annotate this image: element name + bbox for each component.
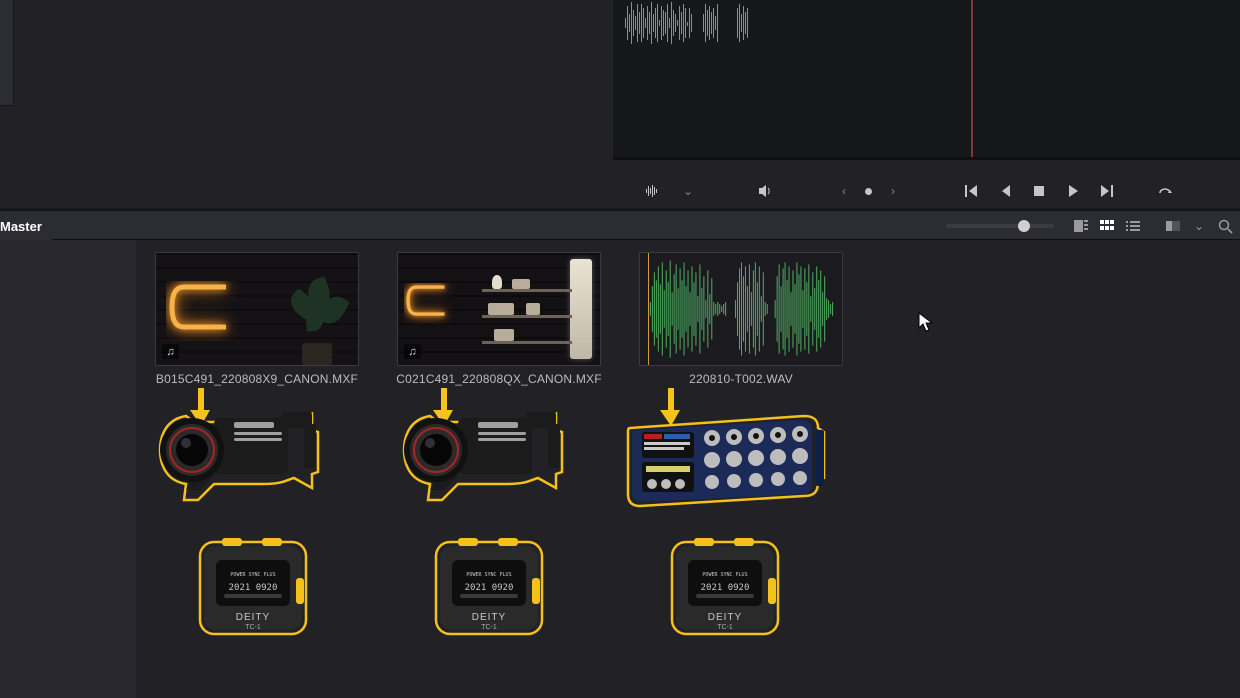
first-frame-button[interactable] xyxy=(954,180,988,202)
timecode-box-illustration: POWER SYNC PLUS 2021 0920 DEITY TC-1 xyxy=(196,536,310,638)
stop-button[interactable] xyxy=(1022,180,1056,202)
next-marker-icon[interactable]: › xyxy=(876,180,910,202)
prev-marker-icon[interactable]: ‹ xyxy=(827,180,861,202)
search-button[interactable] xyxy=(1214,215,1236,237)
svg-text:POWER SYNC PLUS: POWER SYNC PLUS xyxy=(466,572,511,578)
viewer-area: ⌄ ‹ › xyxy=(0,0,1240,210)
camera-illustration xyxy=(154,392,322,512)
sort-button[interactable] xyxy=(1162,215,1184,237)
slider-thumb[interactable] xyxy=(1018,220,1030,232)
clip-row: ♫ B015C491_220808X9_CANON.MXF ♫ C021C491… xyxy=(155,252,843,386)
camera-illustration xyxy=(398,392,566,512)
loop-button[interactable] xyxy=(1148,180,1182,202)
recorder-illustration xyxy=(622,412,832,510)
clip-filename: C021C491_220808QX_CANON.MXF xyxy=(396,372,602,386)
bin-sidebar[interactable] xyxy=(0,240,136,698)
audio-badge-icon: ♫ xyxy=(404,344,421,359)
svg-text:POWER SYNC PLUS: POWER SYNC PLUS xyxy=(230,572,275,578)
panel-edge xyxy=(0,0,14,106)
thumbnail-size-slider[interactable] xyxy=(946,224,1054,228)
media-clip[interactable]: ♫ B015C491_220808X9_CANON.MXF xyxy=(155,252,359,386)
timecode-box-illustration: POWER SYNC PLUS 2021 0920 DEITY TC-1 xyxy=(668,536,782,638)
list-view-button[interactable] xyxy=(1122,215,1144,237)
clip-thumbnail[interactable]: ♫ xyxy=(397,252,601,366)
thumbnail-view-button[interactable] xyxy=(1096,215,1118,237)
tc-brand: DEITY xyxy=(472,612,506,623)
audio-badge-icon: ♫ xyxy=(162,344,179,359)
tc-display: 2021 0920 xyxy=(465,583,514,593)
step-back-button[interactable] xyxy=(988,180,1022,202)
clip-filename: B015C491_220808X9_CANON.MXF xyxy=(156,372,358,386)
svg-text:POWER SYNC PLUS: POWER SYNC PLUS xyxy=(702,572,747,578)
playhead-marker[interactable] xyxy=(971,0,973,157)
waveform-mode-button[interactable] xyxy=(637,180,671,202)
clip-thumbnail[interactable]: ♫ xyxy=(155,252,359,366)
media-clip[interactable]: 220810-T002.WAV xyxy=(639,252,843,386)
transport-bar: ⌄ ‹ › xyxy=(613,174,1240,208)
divider xyxy=(613,157,1240,160)
marker-dot-icon xyxy=(865,188,872,195)
metadata-view-button[interactable] xyxy=(1070,215,1092,237)
view-controls: ⌄ xyxy=(946,211,1236,241)
waveform-mode-dropdown-icon[interactable]: ⌄ xyxy=(671,180,705,202)
tc-display: 2021 0920 xyxy=(701,583,750,593)
sort-dropdown-icon[interactable]: ⌄ xyxy=(1188,215,1210,237)
mute-button[interactable] xyxy=(749,180,783,202)
tc-display: 2021 0920 xyxy=(229,583,278,593)
timecode-box-illustration: POWER SYNC PLUS 2021 0920 DEITY TC-1 xyxy=(432,536,546,638)
media-pool[interactable]: ♫ B015C491_220808X9_CANON.MXF ♫ C021C491… xyxy=(0,240,1240,698)
audio-viewer[interactable] xyxy=(613,0,1240,157)
tc-brand: DEITY xyxy=(236,612,270,623)
clip-thumbnail[interactable] xyxy=(639,252,843,366)
tc-brand: DEITY xyxy=(708,612,742,623)
last-frame-button[interactable] xyxy=(1090,180,1124,202)
tc-model: TC-1 xyxy=(717,624,733,631)
media-pool-header: Master ⌄ xyxy=(0,210,1240,240)
tc-model: TC-1 xyxy=(245,624,261,631)
media-clip[interactable]: ♫ C021C491_220808QX_CANON.MXF xyxy=(397,252,601,386)
waveform-preview xyxy=(623,0,773,46)
bin-name[interactable]: Master xyxy=(0,211,52,241)
play-button[interactable] xyxy=(1056,180,1090,202)
clip-filename: 220810-T002.WAV xyxy=(689,372,793,386)
tc-model: TC-1 xyxy=(481,624,497,631)
